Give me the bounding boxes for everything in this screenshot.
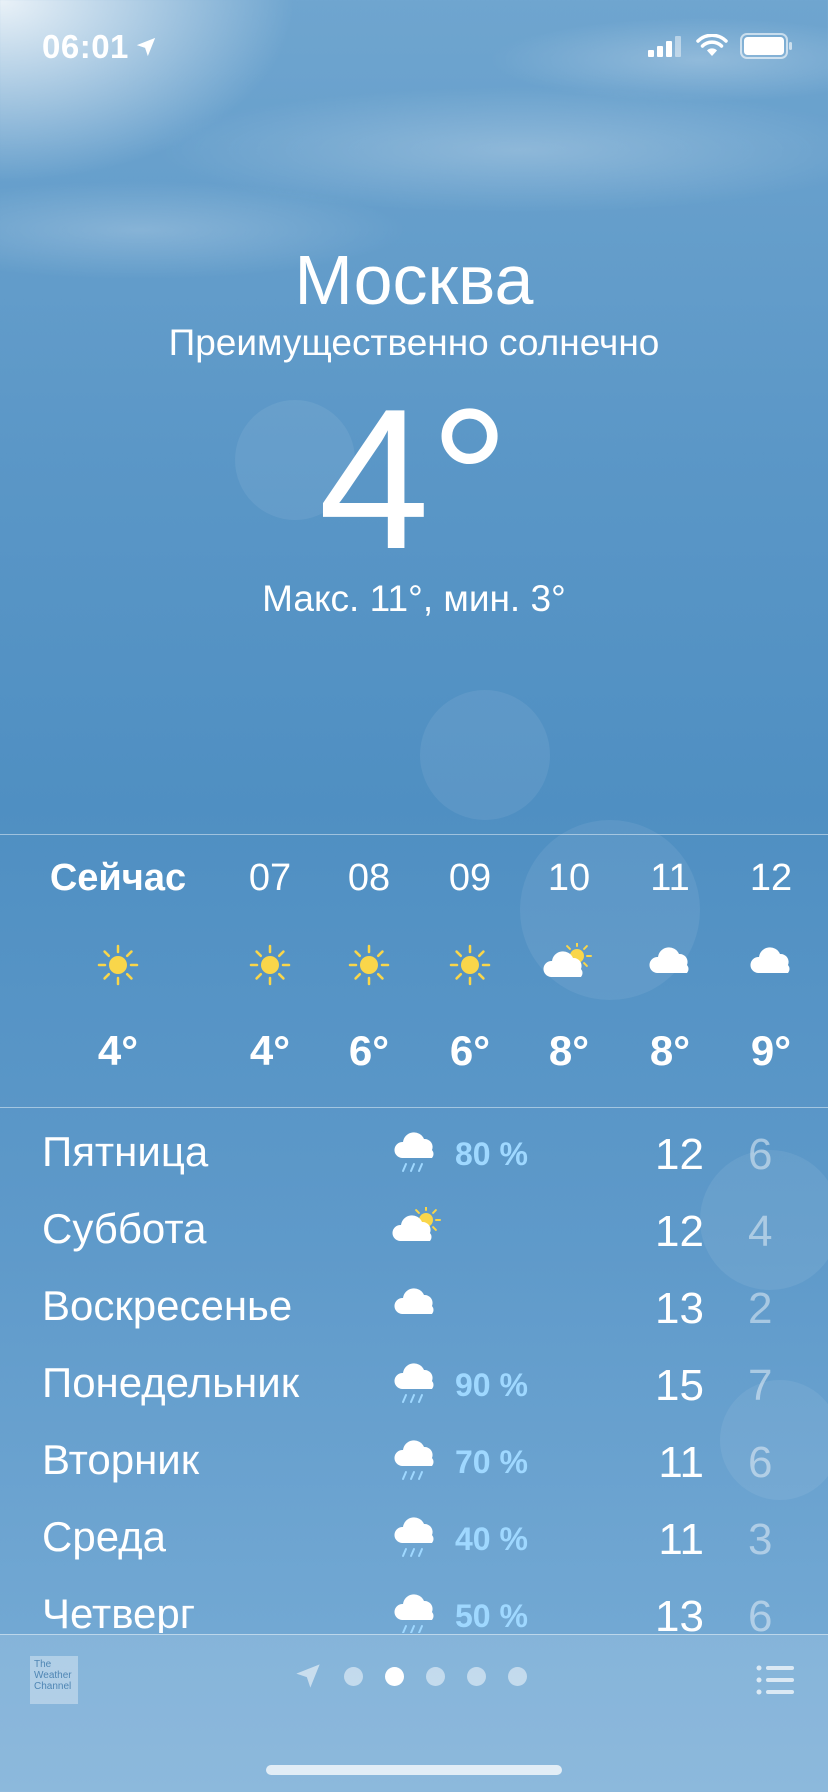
day-high: 11 bbox=[658, 1438, 704, 1487]
rain-icon bbox=[392, 1438, 438, 1487]
day-low: 3 bbox=[748, 1515, 773, 1564]
hour-label: 10 bbox=[547, 857, 591, 899]
rain-icon bbox=[392, 1515, 438, 1564]
daily-row: Воскресенье 13 2 bbox=[0, 1262, 828, 1338]
clock-text: 06:01 bbox=[42, 28, 129, 65]
day-low: 2 bbox=[748, 1284, 773, 1333]
day-name: Четверг bbox=[42, 1590, 196, 1633]
day-name: Суббота bbox=[42, 1205, 207, 1252]
wifi-icon bbox=[696, 34, 728, 56]
weather-channel-logo[interactable]: The Weather Channel bbox=[30, 1656, 78, 1704]
divider bbox=[0, 1634, 828, 1635]
precip-chance: 40 % bbox=[455, 1521, 528, 1557]
precip-chance: 90 % bbox=[455, 1367, 528, 1403]
high-low-text: Макс. 11°, мин. 3° bbox=[262, 578, 566, 619]
rain-icon bbox=[392, 1361, 438, 1410]
day-name: Вторник bbox=[42, 1436, 200, 1483]
home-indicator[interactable] bbox=[266, 1765, 562, 1775]
sun-icon bbox=[248, 943, 292, 992]
cloud-icon bbox=[392, 1284, 438, 1323]
daily-row: Суббота 12 4 bbox=[0, 1185, 828, 1261]
day-name: Воскресенье bbox=[42, 1282, 293, 1329]
page-dot[interactable] bbox=[508, 1666, 527, 1686]
location-arrow-icon[interactable] bbox=[294, 1662, 322, 1690]
day-low: 4 bbox=[748, 1207, 773, 1256]
current-temperature: 4° bbox=[318, 368, 510, 591]
page-indicator[interactable] bbox=[294, 1662, 527, 1690]
day-low: 6 bbox=[748, 1592, 773, 1633]
daily-row: Четверг 50 % 13 6 bbox=[0, 1570, 828, 1633]
hour-temp: 8° bbox=[548, 1027, 590, 1074]
day-name: Пятница bbox=[42, 1128, 209, 1175]
lens-flare bbox=[420, 690, 550, 820]
cloud-icon bbox=[647, 943, 693, 982]
condition-text: Преимущественно солнечно bbox=[168, 322, 660, 363]
page-dot[interactable] bbox=[344, 1666, 363, 1686]
page-dot[interactable] bbox=[426, 1666, 445, 1686]
daily-row: Понедельник 90 % 15 7 bbox=[0, 1339, 828, 1415]
hourly-forecast[interactable]: Сейчас 4° 07 4° 08 6° 09 6° 10 8° 11 8° … bbox=[0, 835, 828, 1107]
day-high: 13 bbox=[655, 1284, 704, 1333]
sun-icon bbox=[448, 943, 492, 992]
signal-icon bbox=[648, 36, 681, 57]
city-list-icon[interactable] bbox=[756, 1664, 794, 1696]
daily-row: Вторник 70 % 11 6 bbox=[0, 1416, 828, 1492]
hour-temp: 9° bbox=[750, 1027, 792, 1074]
daily-row: Среда 40 % 11 3 bbox=[0, 1493, 828, 1569]
daily-forecast[interactable]: Пятница 80 % 12 6 Суббота 12 4 Воскресен… bbox=[0, 1108, 828, 1633]
page-dot[interactable] bbox=[467, 1666, 486, 1686]
hour-label: 12 bbox=[749, 857, 793, 899]
day-low: 6 bbox=[748, 1438, 773, 1487]
battery-icon bbox=[740, 33, 792, 59]
hour-label: 09 bbox=[448, 857, 492, 899]
partly-cloudy-icon bbox=[392, 1205, 444, 1250]
day-low: 7 bbox=[748, 1361, 773, 1410]
day-name: Понедельник bbox=[42, 1359, 300, 1406]
daily-row: Пятница 80 % 12 6 bbox=[0, 1108, 828, 1184]
day-high: 13 bbox=[655, 1592, 704, 1633]
status-bar-indicators bbox=[648, 33, 794, 59]
precip-chance: 50 % bbox=[455, 1598, 528, 1633]
hour-temp: 6° bbox=[449, 1027, 491, 1074]
precip-chance: 70 % bbox=[455, 1444, 528, 1480]
sun-icon bbox=[347, 943, 391, 992]
day-high: 15 bbox=[655, 1361, 704, 1410]
rain-icon bbox=[392, 1130, 438, 1179]
day-high: 11 bbox=[658, 1515, 704, 1564]
hour-label: 11 bbox=[650, 857, 690, 899]
day-low: 6 bbox=[748, 1130, 773, 1179]
sun-icon bbox=[96, 943, 140, 992]
hour-label: Сейчас bbox=[49, 857, 187, 899]
day-high: 12 bbox=[655, 1130, 704, 1179]
rain-icon bbox=[392, 1592, 438, 1633]
day-name: Среда bbox=[42, 1513, 166, 1560]
hour-label: 08 bbox=[347, 857, 391, 899]
cloud-icon bbox=[748, 943, 794, 982]
hour-label: 07 bbox=[248, 857, 292, 899]
city-name: Москва bbox=[294, 241, 534, 319]
precip-chance: 80 % bbox=[455, 1136, 528, 1172]
hour-temp: 6° bbox=[348, 1027, 390, 1074]
status-bar-time: 06:01 bbox=[42, 28, 157, 66]
location-arrow-icon bbox=[136, 37, 156, 57]
hour-temp: 4° bbox=[97, 1027, 139, 1074]
hour-temp: 8° bbox=[649, 1027, 691, 1074]
day-high: 12 bbox=[655, 1207, 704, 1256]
partly-cloudy-icon bbox=[543, 941, 595, 986]
hour-temp: 4° bbox=[249, 1027, 291, 1074]
page-dot-active[interactable] bbox=[385, 1666, 404, 1686]
